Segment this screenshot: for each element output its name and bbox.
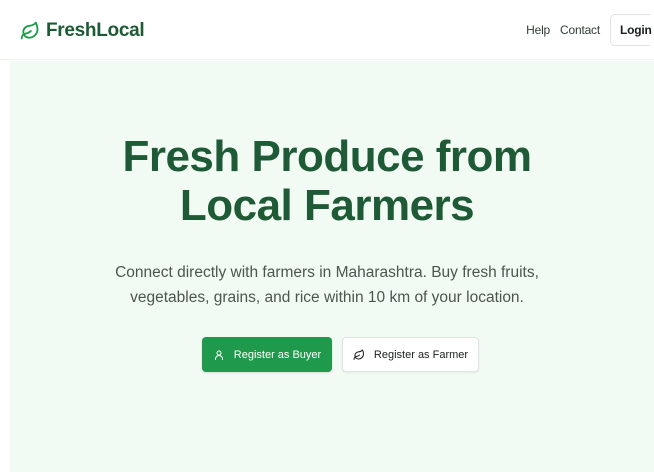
brand-logo[interactable]: FreshLocal bbox=[20, 18, 145, 44]
register-buyer-button[interactable]: Register as Buyer bbox=[202, 337, 332, 372]
register-farmer-label: Register as Farmer bbox=[373, 348, 469, 361]
leaf-icon bbox=[353, 349, 364, 360]
hero-headline-line-2: Local Farmers bbox=[179, 181, 475, 230]
hero-description-line-1: Connect directly with farmers in Maharas… bbox=[115, 264, 539, 281]
leaf-icon bbox=[20, 21, 39, 40]
cta-row: Register as Buyer Register as Farmer bbox=[202, 337, 479, 372]
nav-help-link[interactable]: Help bbox=[526, 23, 550, 37]
brand-name: FreshLocal bbox=[46, 20, 145, 41]
top-nav: Help Contact Login bbox=[526, 14, 652, 46]
login-button[interactable]: Login bbox=[610, 14, 652, 46]
register-buyer-label: Register as Buyer bbox=[233, 348, 322, 361]
hero-headline-line-1: Fresh Produce from bbox=[122, 132, 532, 181]
hero-headline: Fresh Produce from Local Farmers bbox=[0, 132, 654, 230]
register-farmer-button[interactable]: Register as Farmer bbox=[342, 337, 479, 372]
user-icon bbox=[214, 350, 223, 360]
nav-contact-link[interactable]: Contact bbox=[560, 23, 600, 37]
hero-description: Connect directly with farmers in Maharas… bbox=[0, 260, 654, 310]
hero-description-line-2: vegetables, grains, and rice within 10 k… bbox=[130, 289, 524, 306]
top-header: FreshLocal Help Contact Login bbox=[0, 0, 654, 60]
